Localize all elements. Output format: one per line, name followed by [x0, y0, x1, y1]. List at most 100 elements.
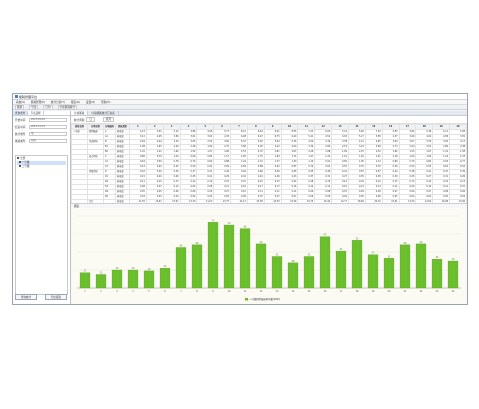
x-tick-label: 18 [356, 290, 359, 293]
data-label: 49 [420, 241, 423, 244]
chart-bar[interactable] [303, 256, 315, 289]
chart-bar[interactable] [239, 228, 251, 289]
query-button[interactable]: 查询统计 [15, 294, 37, 300]
x-tick-label: 12 [260, 290, 263, 293]
x-tick-label: 11 [244, 290, 247, 293]
tab-nodes[interactable]: 节点选择 [28, 111, 44, 115]
chart-bar[interactable] [207, 222, 219, 289]
chart-bar[interactable] [143, 270, 155, 289]
data-label: 73 [212, 219, 215, 222]
checkbox-icon[interactable] [18, 165, 21, 167]
energy-type-select[interactable]: 分项 [29, 138, 67, 143]
data-label: 41 [340, 248, 343, 251]
data-label: 33 [388, 255, 391, 258]
x-tick-label: 10 [228, 290, 231, 293]
x-tick-label: 22 [420, 290, 423, 293]
chart-bar[interactable] [95, 274, 107, 289]
field-label: 结束时间 [15, 125, 26, 129]
field-stat-type: 统计类型 电 [13, 130, 70, 137]
legend-label: 一号楼照明插座用电量(kWh) [249, 297, 280, 301]
data-label: 30 [452, 258, 455, 261]
chart-bar[interactable] [271, 256, 283, 289]
export-report-button[interactable]: 导出报表 [45, 294, 67, 300]
x-tick-label: 16 [324, 290, 327, 293]
tab-energy[interactable]: 分项能耗 [71, 111, 89, 115]
chart-bar[interactable] [191, 244, 203, 289]
data-label: 22 [164, 265, 167, 268]
field-label: 统计类型 [15, 132, 26, 136]
chart-bar[interactable] [399, 244, 411, 289]
data-table: 建筑名称 分项名称 分项编码 能耗类型 1 2 3 4 5 6 7 8 9 10 11 12 13 14 15 16 1… [71, 124, 467, 203]
x-tick-label: 17 [340, 290, 343, 293]
data-label: 35 [276, 254, 279, 257]
menu-item-report[interactable]: 报表(R) [71, 100, 80, 104]
chart-bar[interactable] [127, 269, 139, 289]
tree-item[interactable]: 二号楼 [17, 165, 66, 169]
chart-bar[interactable] [447, 260, 459, 289]
unit-select[interactable]: 按月 [102, 117, 115, 122]
field-label: 开始时间 [15, 118, 26, 122]
chart-bar[interactable] [351, 240, 363, 289]
x-tick-label: 2 [100, 290, 102, 293]
refresh-button[interactable]: 刷新 [15, 104, 25, 110]
menu-item-analysis[interactable]: 统计分析(T) [51, 100, 65, 104]
print-button[interactable]: 打印 [43, 104, 53, 110]
window-title: 能耗管理平台 [19, 94, 38, 99]
chart-bar[interactable] [319, 236, 331, 289]
data-label: 48 [196, 242, 199, 245]
menu-item-system[interactable]: 系统(S) [16, 100, 25, 104]
chart-bar[interactable] [111, 269, 123, 289]
chart-bar[interactable] [79, 272, 91, 289]
chart-bar[interactable] [175, 247, 187, 289]
table-body: 一号楼 照明插座 A 耗电量 4.23 3.91 5.12 4.88 4.06 5.77 8.12 8… [71, 129, 467, 203]
x-tick-label: 24 [452, 290, 455, 293]
chart-bar[interactable] [415, 243, 427, 289]
x-tick-label: 3 [116, 290, 118, 293]
node-tree: 全部 一号楼 二号楼 [15, 155, 68, 295]
field-end: 结束时间 2013-12-31 [13, 123, 70, 130]
checkbox-icon[interactable] [17, 157, 19, 159]
chart-bar[interactable] [223, 224, 235, 289]
x-tick-label: 19 [372, 290, 375, 293]
menu-item-energy[interactable]: 能耗管理(E) [31, 100, 45, 104]
tree-item-label: 一号楼 [21, 161, 30, 164]
menu-item-help[interactable]: 帮助(H) [101, 100, 110, 104]
app-icon [15, 95, 18, 98]
chart-bar[interactable] [431, 259, 443, 289]
chart-bar[interactable] [383, 258, 395, 289]
column-header[interactable]: 分项编码 [103, 124, 116, 130]
period-select[interactable]: 日 [86, 117, 95, 122]
chart-bar[interactable] [287, 262, 299, 289]
chart-svg: 17 1 15 2 20 3 20 4 19 5 22 6 45 7 48 8 73 9 70 10 66 11 49 12 3… [77, 215, 461, 301]
filter-row: 统计周期 日 按月 [71, 116, 467, 124]
main-area: 查询条件 节点选择 开始时间 2013-01-01 结束时间 2013-12-3… [13, 111, 467, 304]
export-button[interactable]: 导出 [29, 104, 39, 110]
x-tick-label: 23 [436, 290, 439, 293]
x-tick-label: 15 [308, 290, 311, 293]
period-label: 统计周期 [74, 118, 85, 122]
x-tick-label: 9 [212, 290, 214, 293]
data-label: 20 [116, 267, 119, 270]
x-tick-label: 4 [132, 290, 134, 293]
data-label: 53 [356, 237, 359, 240]
data-label: 28 [292, 260, 295, 263]
right-panel: 分项能耗 分项能耗统计汇总表 统计周期 日 按月 建筑名称 分项名称 分项编码 能耗类… [71, 111, 467, 304]
data-label: 20 [132, 267, 135, 270]
x-tick-label: 7 [180, 290, 182, 293]
data-label: 19 [148, 268, 151, 271]
checkbox-icon[interactable] [18, 161, 21, 163]
chart-bar[interactable] [159, 268, 171, 289]
chart-bar[interactable] [367, 254, 379, 289]
stat-type-select[interactable]: 电 [29, 131, 67, 136]
x-tick-label: 8 [196, 290, 198, 293]
start-date-input[interactable]: 2013-01-01 [29, 117, 67, 122]
x-tick-label: 5 [148, 290, 150, 293]
tab-query[interactable]: 查询条件 [13, 111, 29, 115]
stats-button[interactable]: 分项能耗统计 [57, 104, 78, 110]
chart-bar[interactable] [335, 250, 347, 289]
menu-item-settings[interactable]: 设置(O) [86, 100, 95, 104]
chart-bar[interactable] [255, 243, 267, 289]
data-label: 15 [100, 272, 103, 275]
end-date-input[interactable]: 2013-12-31 [29, 124, 67, 129]
tab-summary[interactable]: 分项能耗统计汇总表 [88, 111, 119, 115]
